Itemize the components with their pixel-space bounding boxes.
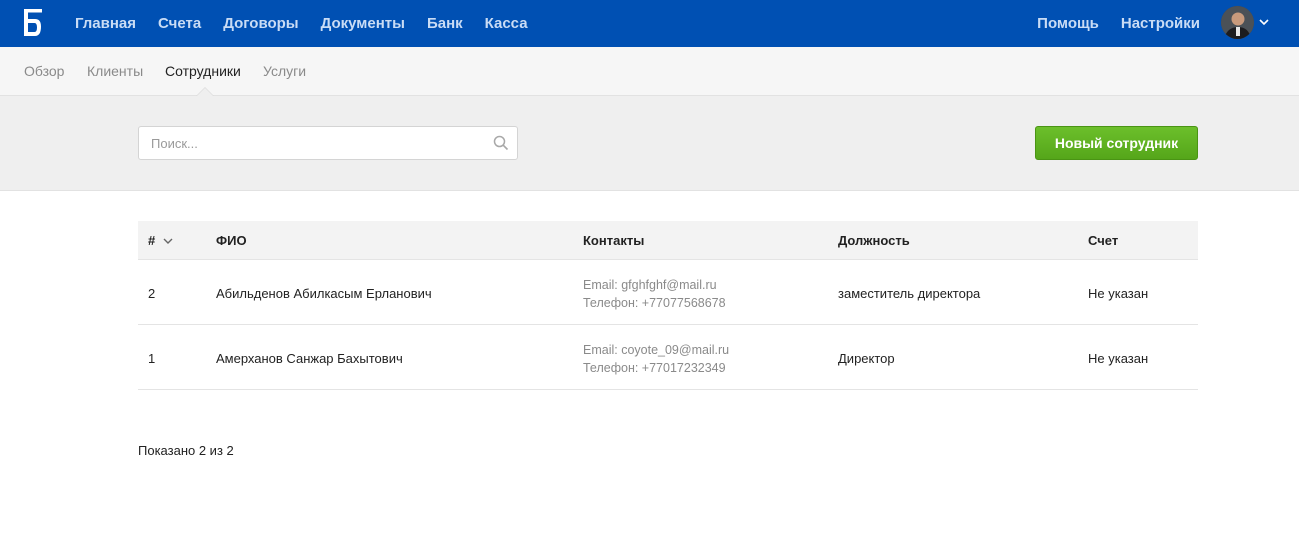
employee-name[interactable]: Абильденов Абилкасым Ерланович xyxy=(216,286,432,301)
top-navbar: Главная Счета Договоры Документы Банк Ка… xyxy=(0,0,1299,47)
active-tab-pointer xyxy=(197,88,213,96)
employee-name[interactable]: Амерханов Санжар Бахытович xyxy=(216,351,403,366)
sort-chevron-icon[interactable] xyxy=(163,237,173,245)
column-header-contacts: Контакты xyxy=(583,233,645,248)
nav-item-settings[interactable]: Настройки xyxy=(1121,15,1200,32)
employee-contacts: Email: coyote_09@mail.ru Телефон: +77017… xyxy=(583,341,729,377)
employee-position: заместитель директора xyxy=(838,286,981,301)
nav-item-documents[interactable]: Документы xyxy=(321,15,405,32)
employees-table: # ФИО Контакты Должность Счет 2 Абильден… xyxy=(138,221,1198,390)
nav-item-invoices[interactable]: Счета xyxy=(158,15,201,32)
employee-email: Email: gfghfghf@mail.ru xyxy=(583,278,717,292)
search-icon[interactable] xyxy=(493,135,509,151)
column-header-name: ФИО xyxy=(216,233,247,248)
nav-item-contracts[interactable]: Договоры xyxy=(223,15,298,32)
table-header: # ФИО Контакты Должность Счет xyxy=(138,221,1198,260)
results-count: Показано 2 из 2 xyxy=(138,443,234,458)
table-row[interactable]: 2 Абильденов Абилкасым Ерланович Email: … xyxy=(138,260,1198,325)
employee-account: Не указан xyxy=(1088,286,1149,301)
subnav-item-clients[interactable]: Клиенты xyxy=(87,63,143,79)
column-header-number[interactable]: # xyxy=(148,233,155,248)
subnav-item-overview[interactable]: Обзор xyxy=(24,63,64,79)
nav-item-cashbox[interactable]: Касса xyxy=(485,15,528,32)
search-box xyxy=(138,126,518,160)
avatar-image xyxy=(1221,6,1254,39)
column-header-account: Счет xyxy=(1088,233,1119,248)
main-nav: Главная Счета Договоры Документы Банк Ка… xyxy=(75,0,550,47)
toolbar: Новый сотрудник xyxy=(0,96,1299,191)
nav-item-help[interactable]: Помощь xyxy=(1037,15,1099,32)
row-number: 1 xyxy=(148,351,156,366)
subnav-item-employees[interactable]: Сотрудники xyxy=(165,63,241,79)
user-avatar[interactable] xyxy=(1221,6,1254,39)
row-number: 2 xyxy=(148,286,156,301)
nav-item-home[interactable]: Главная xyxy=(75,15,136,32)
employee-position: Директор xyxy=(838,351,895,366)
subnav-item-services[interactable]: Услуги xyxy=(263,63,306,79)
nav-item-bank[interactable]: Банк xyxy=(427,15,463,32)
column-header-position: Должность xyxy=(838,233,910,248)
chevron-down-icon[interactable] xyxy=(1258,16,1270,28)
employee-phone: Телефон: +77077568678 xyxy=(583,296,726,310)
sub-nav: Обзор Клиенты Сотрудники Услуги xyxy=(0,47,1299,96)
employee-account: Не указан xyxy=(1088,351,1149,366)
table-row[interactable]: 1 Амерханов Санжар Бахытович Email: coyo… xyxy=(138,325,1198,390)
employee-phone: Телефон: +77017232349 xyxy=(583,361,726,375)
right-nav: Помощь Настройки xyxy=(1015,0,1200,47)
search-input[interactable] xyxy=(139,127,479,159)
employee-email: Email: coyote_09@mail.ru xyxy=(583,343,730,357)
logo-icon[interactable] xyxy=(24,9,42,36)
new-employee-button[interactable]: Новый сотрудник xyxy=(1035,126,1198,160)
employee-contacts: Email: gfghfghf@mail.ru Телефон: +770775… xyxy=(583,276,726,312)
